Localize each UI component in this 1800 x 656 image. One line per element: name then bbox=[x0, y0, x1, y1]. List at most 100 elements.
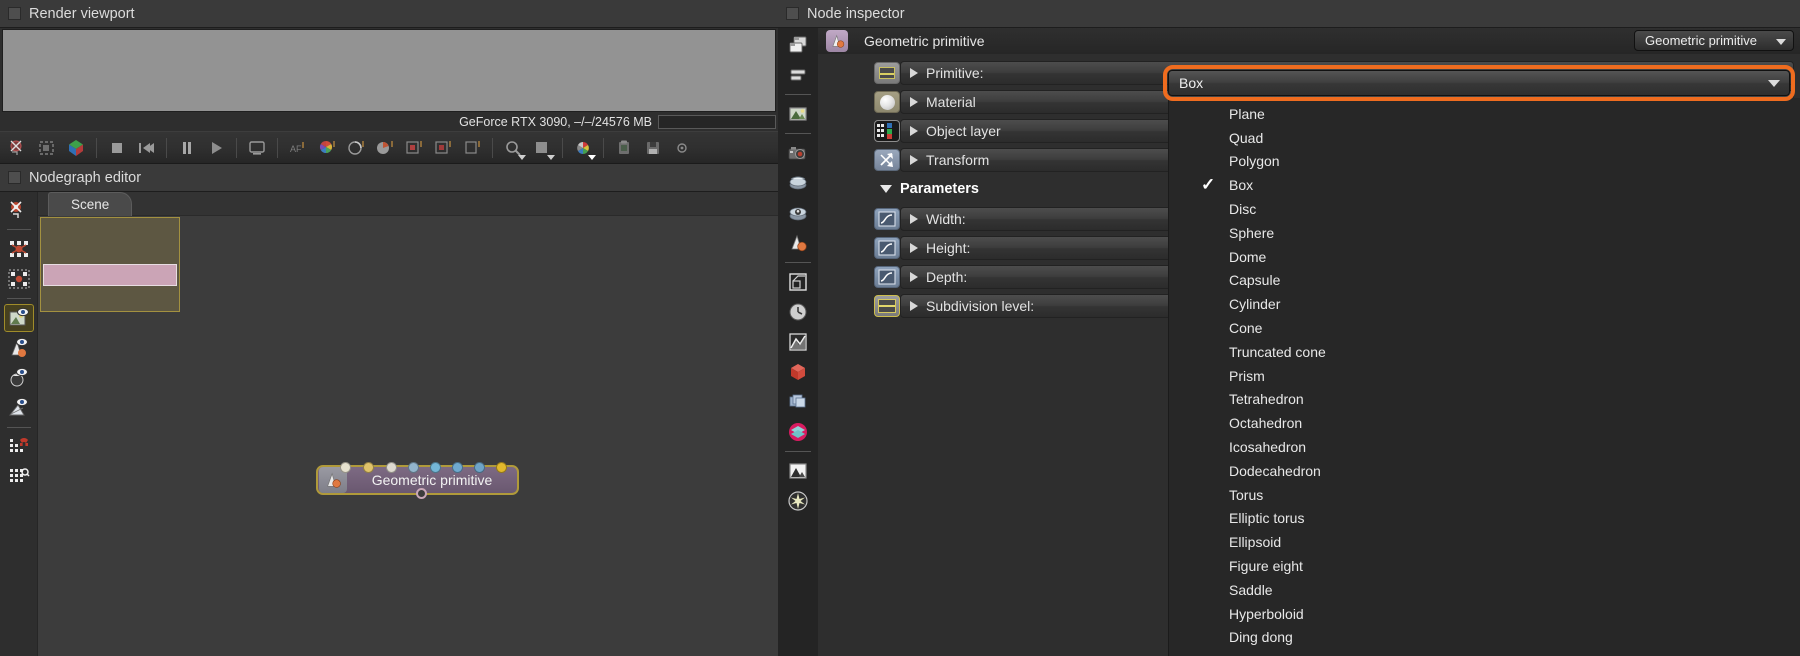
expand-triangle-icon[interactable] bbox=[910, 214, 918, 224]
histogram-icon[interactable] bbox=[371, 135, 399, 161]
play-icon[interactable] bbox=[202, 135, 230, 161]
light-icon[interactable] bbox=[783, 487, 813, 515]
chevron-down-icon[interactable] bbox=[518, 154, 526, 160]
show-object-icon[interactable] bbox=[4, 364, 34, 392]
menu-item-icosahedron[interactable]: Icosahedron bbox=[1169, 435, 1800, 459]
image-icon[interactable] bbox=[783, 100, 813, 128]
node-input-port[interactable] bbox=[363, 462, 374, 473]
expand-triangle-icon[interactable] bbox=[910, 155, 918, 165]
rewind-icon[interactable] bbox=[132, 135, 160, 161]
layer-stack-icon[interactable] bbox=[783, 418, 813, 446]
node-delete-icon[interactable] bbox=[4, 196, 34, 224]
panel-toggle-icon[interactable] bbox=[786, 7, 799, 20]
menu-item-hyperboloid[interactable]: Hyperboloid bbox=[1169, 602, 1800, 626]
node-type-select[interactable]: Geometric primitive bbox=[1634, 30, 1794, 51]
menu-item-sphere[interactable]: Sphere bbox=[1169, 221, 1800, 245]
color-picker-icon[interactable] bbox=[569, 135, 597, 161]
render-selection-icon[interactable] bbox=[33, 135, 61, 161]
show-geometry-icon[interactable] bbox=[4, 394, 34, 422]
menu-item-plane[interactable]: Plane bbox=[1169, 102, 1800, 126]
menu-item-octahedron[interactable]: Octahedron bbox=[1169, 411, 1800, 435]
options-icon[interactable] bbox=[668, 135, 696, 161]
show-material-icon[interactable] bbox=[4, 334, 34, 362]
render-region-icon[interactable] bbox=[4, 135, 32, 161]
node-input-port[interactable] bbox=[386, 462, 397, 473]
menu-item-ding-dong[interactable]: Ding dong bbox=[1169, 626, 1800, 650]
color-wheel-icon[interactable] bbox=[313, 135, 341, 161]
menu-item-prism[interactable]: Prism bbox=[1169, 364, 1800, 388]
primitive-dropdown-menu[interactable]: Plane Quad Polygon ✓ Box Disc Sphere Dome Capsul… bbox=[1168, 98, 1800, 656]
node-input-port[interactable] bbox=[452, 462, 463, 473]
panel-toggle-icon[interactable] bbox=[8, 7, 21, 20]
copy-node-icon[interactable] bbox=[783, 31, 813, 59]
aperture-icon[interactable] bbox=[342, 135, 370, 161]
panel-toggle-icon[interactable] bbox=[8, 171, 21, 184]
expand-triangle-icon[interactable] bbox=[910, 68, 918, 78]
frame-icon[interactable] bbox=[528, 135, 556, 161]
magnet-snap-icon[interactable] bbox=[4, 433, 34, 461]
nodegraph-titlebar[interactable]: Nodegraph editor bbox=[0, 164, 778, 192]
node-input-port[interactable] bbox=[496, 462, 507, 473]
nodegraph-canvas[interactable]: Scene Geometric primitive bbox=[38, 192, 778, 656]
primitive-combo-box[interactable]: Box bbox=[1168, 70, 1790, 96]
node-input-port[interactable] bbox=[474, 462, 485, 473]
expand-triangle-icon[interactable] bbox=[910, 126, 918, 136]
render-layer-icon[interactable] bbox=[783, 199, 813, 227]
expand-triangle-icon[interactable] bbox=[910, 97, 918, 107]
node-input-port[interactable] bbox=[408, 462, 419, 473]
red-cube-icon[interactable] bbox=[783, 358, 813, 386]
menu-item-disc[interactable]: Disc bbox=[1169, 197, 1800, 221]
menu-item-torus[interactable]: Torus bbox=[1169, 483, 1800, 507]
af-icon[interactable]: AF bbox=[284, 135, 312, 161]
menu-item-dodecahedron[interactable]: Dodecahedron bbox=[1169, 459, 1800, 483]
expand-triangle-icon[interactable] bbox=[910, 301, 918, 311]
menu-item-truncated-cone[interactable]: Truncated cone bbox=[1169, 340, 1800, 364]
menu-item-dome[interactable]: Dome bbox=[1169, 245, 1800, 269]
select-nodes-icon[interactable] bbox=[4, 265, 34, 293]
menu-item-elliptic-torus[interactable]: Elliptic torus bbox=[1169, 507, 1800, 531]
menu-item-tetrahedron[interactable]: Tetrahedron bbox=[1169, 388, 1800, 412]
magnifier-icon[interactable] bbox=[499, 135, 527, 161]
node-inspector-titlebar[interactable]: Node inspector bbox=[778, 0, 1800, 28]
stop-icon[interactable] bbox=[103, 135, 131, 161]
node-geometric-primitive[interactable]: Geometric primitive bbox=[316, 462, 519, 499]
stack-node-icon[interactable] bbox=[783, 61, 813, 89]
environment-icon[interactable] bbox=[783, 169, 813, 197]
picture-icon[interactable] bbox=[783, 457, 813, 485]
menu-item-capsule[interactable]: Capsule bbox=[1169, 269, 1800, 293]
time-icon[interactable] bbox=[783, 298, 813, 326]
render-scene-icon[interactable] bbox=[62, 135, 90, 161]
menu-item-saddle[interactable]: Saddle bbox=[1169, 578, 1800, 602]
expand-triangle-icon[interactable] bbox=[910, 243, 918, 253]
chevron-down-icon[interactable] bbox=[547, 154, 555, 160]
menu-item-box[interactable]: ✓ Box bbox=[1169, 173, 1800, 197]
bounding-box-icon[interactable] bbox=[783, 268, 813, 296]
geometric-primitive-icon[interactable] bbox=[783, 229, 813, 257]
show-image-icon[interactable] bbox=[3, 304, 34, 332]
menu-item-cylinder[interactable]: Cylinder bbox=[1169, 292, 1800, 316]
screen-icon[interactable] bbox=[243, 135, 271, 161]
select-all-nodes-icon[interactable] bbox=[4, 235, 34, 263]
camera-icon[interactable] bbox=[783, 139, 813, 167]
region-square-icon[interactable] bbox=[429, 135, 457, 161]
menu-item-figure-eight[interactable]: Figure eight bbox=[1169, 554, 1800, 578]
region-red-icon[interactable] bbox=[400, 135, 428, 161]
menu-item-ellipsoid[interactable]: Ellipsoid bbox=[1169, 530, 1800, 554]
render-viewport-canvas[interactable] bbox=[2, 29, 776, 112]
graph-icon[interactable] bbox=[783, 328, 813, 356]
node-output-port[interactable] bbox=[416, 488, 427, 499]
clipboard-icon[interactable] bbox=[610, 135, 638, 161]
menu-item-polygon[interactable]: Polygon bbox=[1169, 150, 1800, 174]
pause-icon[interactable] bbox=[173, 135, 201, 161]
menu-item-cone[interactable]: Cone bbox=[1169, 316, 1800, 340]
node-input-port[interactable] bbox=[430, 462, 441, 473]
node-input-port[interactable] bbox=[340, 462, 351, 473]
save-icon[interactable] bbox=[639, 135, 667, 161]
grid-icon[interactable] bbox=[4, 463, 34, 491]
expand-triangle-icon[interactable] bbox=[910, 272, 918, 282]
menu-item-quad[interactable]: Quad bbox=[1169, 126, 1800, 150]
region-copy-icon[interactable] bbox=[458, 135, 486, 161]
nodegraph-minimap[interactable] bbox=[40, 217, 180, 312]
chevron-down-icon[interactable] bbox=[588, 154, 596, 160]
blue-cubes-icon[interactable] bbox=[783, 388, 813, 416]
